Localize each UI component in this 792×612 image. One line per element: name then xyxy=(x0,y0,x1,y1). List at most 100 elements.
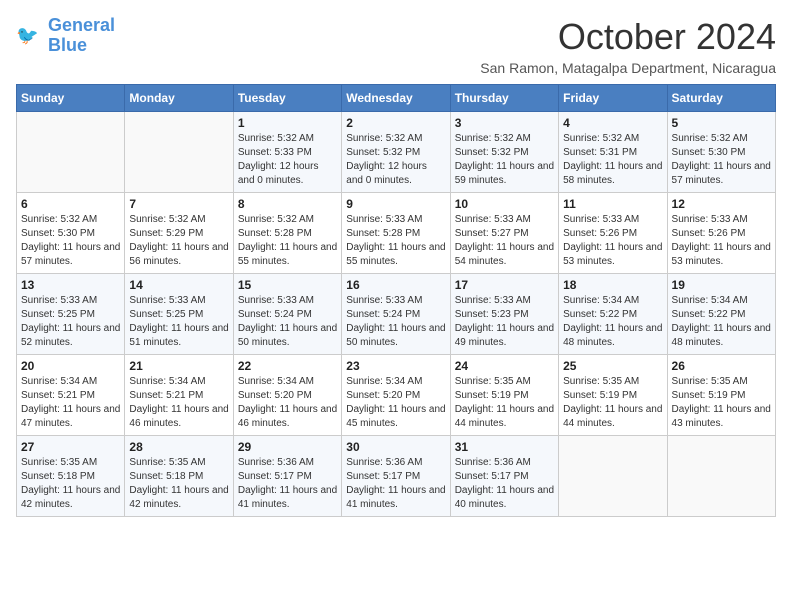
day-number: 19 xyxy=(672,278,771,292)
day-cell-0-0 xyxy=(17,112,125,193)
week-row-2: 6 Sunrise: 5:32 AM Sunset: 5:30 PM Daylig… xyxy=(17,193,776,274)
day-info: Sunrise: 5:32 AM Sunset: 5:30 PM Dayligh… xyxy=(21,213,120,269)
day-number: 6 xyxy=(21,197,120,211)
day-info: Sunrise: 5:32 AM Sunset: 5:32 PM Dayligh… xyxy=(455,132,554,188)
week-row-3: 13 Sunrise: 5:33 AM Sunset: 5:25 PM Dayli… xyxy=(17,274,776,355)
day-number: 7 xyxy=(129,197,228,211)
day-info: Sunrise: 5:35 AM Sunset: 5:18 PM Dayligh… xyxy=(129,456,228,512)
day-number: 18 xyxy=(563,278,662,292)
svg-text:🐦: 🐦 xyxy=(16,25,39,45)
day-number: 21 xyxy=(129,359,228,373)
day-number: 23 xyxy=(346,359,445,373)
week-row-4: 20Sunrise: 5:34 AM Sunset: 5:21 PM Dayli… xyxy=(17,355,776,436)
header-monday: Monday xyxy=(125,85,233,112)
day-info: Sunrise: 5:33 AM Sunset: 5:23 PM Dayligh… xyxy=(455,294,554,350)
day-info: Sunrise: 5:34 AM Sunset: 5:21 PM Dayligh… xyxy=(21,375,120,431)
day-number: 26 xyxy=(672,359,771,373)
day-number: 15 xyxy=(238,278,337,292)
day-number: 9 xyxy=(346,197,445,211)
day-cell-2-5: 18 Sunrise: 5:34 AM Sunset: 5:22 PM Dayli… xyxy=(559,274,667,355)
day-info: Sunrise: 5:35 AM Sunset: 5:19 PM Dayligh… xyxy=(455,375,554,431)
logo: 🐦 General Blue xyxy=(16,16,115,56)
day-cell-1-0: 6 Sunrise: 5:32 AM Sunset: 5:30 PM Daylig… xyxy=(17,193,125,274)
day-info: Sunrise: 5:35 AM Sunset: 5:18 PM Dayligh… xyxy=(21,456,120,512)
header-tuesday: Tuesday xyxy=(233,85,341,112)
day-cell-4-2: 29 Sunrise: 5:36 AM Sunset: 5:17 PM Dayli… xyxy=(233,436,341,517)
page-header: 🐦 General Blue October 2024 San Ramon, M… xyxy=(16,16,776,76)
day-info: Sunrise: 5:32 AM Sunset: 5:32 PM Dayligh… xyxy=(346,132,445,188)
day-number: 11 xyxy=(563,197,662,211)
day-cell-4-4: 31 Sunrise: 5:36 AM Sunset: 5:17 PM Dayli… xyxy=(450,436,558,517)
day-number: 30 xyxy=(346,440,445,454)
day-info: Sunrise: 5:32 AM Sunset: 5:33 PM Dayligh… xyxy=(238,132,337,188)
day-number: 25 xyxy=(563,359,662,373)
calendar-body: 1 Sunrise: 5:32 AM Sunset: 5:33 PM Daylig… xyxy=(17,112,776,517)
day-cell-0-4: 3 Sunrise: 5:32 AM Sunset: 5:32 PM Daylig… xyxy=(450,112,558,193)
day-cell-2-2: 15 Sunrise: 5:33 AM Sunset: 5:24 PM Dayli… xyxy=(233,274,341,355)
day-number: 14 xyxy=(129,278,228,292)
day-number: 31 xyxy=(455,440,554,454)
day-info: Sunrise: 5:33 AM Sunset: 5:24 PM Dayligh… xyxy=(238,294,337,350)
logo-line2: Blue xyxy=(48,36,115,56)
day-info: Sunrise: 5:32 AM Sunset: 5:30 PM Dayligh… xyxy=(672,132,771,188)
day-info: Sunrise: 5:34 AM Sunset: 5:20 PM Dayligh… xyxy=(346,375,445,431)
day-cell-3-3: 23 Sunrise: 5:34 AM Sunset: 5:20 PM Dayli… xyxy=(342,355,450,436)
day-number: 10 xyxy=(455,197,554,211)
day-cell-0-3: 2 Sunrise: 5:32 AM Sunset: 5:32 PM Daylig… xyxy=(342,112,450,193)
day-number: 29 xyxy=(238,440,337,454)
location-subtitle: San Ramon, Matagalpa Department, Nicarag… xyxy=(480,60,776,76)
day-cell-3-5: 25 Sunrise: 5:35 AM Sunset: 5:19 PM Dayli… xyxy=(559,355,667,436)
day-cell-3-2: 22Sunrise: 5:34 AM Sunset: 5:20 PM Dayli… xyxy=(233,355,341,436)
day-number: 2 xyxy=(346,116,445,130)
day-cell-0-6: 5Sunrise: 5:32 AM Sunset: 5:30 PM Daylig… xyxy=(667,112,775,193)
day-cell-2-3: 16 Sunrise: 5:33 AM Sunset: 5:24 PM Dayli… xyxy=(342,274,450,355)
day-number: 24 xyxy=(455,359,554,373)
header-friday: Friday xyxy=(559,85,667,112)
title-section: October 2024 San Ramon, Matagalpa Depart… xyxy=(480,16,776,76)
day-number: 16 xyxy=(346,278,445,292)
day-number: 28 xyxy=(129,440,228,454)
day-info: Sunrise: 5:33 AM Sunset: 5:28 PM Dayligh… xyxy=(346,213,445,269)
day-cell-1-6: 12 Sunrise: 5:33 AM Sunset: 5:26 PM Dayli… xyxy=(667,193,775,274)
day-info: Sunrise: 5:33 AM Sunset: 5:26 PM Dayligh… xyxy=(563,213,662,269)
day-cell-2-0: 13Sunrise: 5:33 AM Sunset: 5:25 PM Dayli… xyxy=(17,274,125,355)
header-wednesday: Wednesday xyxy=(342,85,450,112)
day-cell-4-1: 28 Sunrise: 5:35 AM Sunset: 5:18 PM Dayli… xyxy=(125,436,233,517)
day-cell-1-1: 7Sunrise: 5:32 AM Sunset: 5:29 PM Daylig… xyxy=(125,193,233,274)
day-number: 12 xyxy=(672,197,771,211)
day-info: Sunrise: 5:32 AM Sunset: 5:28 PM Dayligh… xyxy=(238,213,337,269)
day-info: Sunrise: 5:36 AM Sunset: 5:17 PM Dayligh… xyxy=(455,456,554,512)
day-info: Sunrise: 5:33 AM Sunset: 5:25 PM Dayligh… xyxy=(129,294,228,350)
day-cell-3-0: 20Sunrise: 5:34 AM Sunset: 5:21 PM Dayli… xyxy=(17,355,125,436)
day-cell-4-6 xyxy=(667,436,775,517)
day-cell-4-5 xyxy=(559,436,667,517)
day-number: 13 xyxy=(21,278,120,292)
day-cell-4-3: 30Sunrise: 5:36 AM Sunset: 5:17 PM Dayli… xyxy=(342,436,450,517)
week-row-1: 1 Sunrise: 5:32 AM Sunset: 5:33 PM Daylig… xyxy=(17,112,776,193)
day-info: Sunrise: 5:33 AM Sunset: 5:24 PM Dayligh… xyxy=(346,294,445,350)
day-cell-2-1: 14 Sunrise: 5:33 AM Sunset: 5:25 PM Dayli… xyxy=(125,274,233,355)
week-row-5: 27 Sunrise: 5:35 AM Sunset: 5:18 PM Dayli… xyxy=(17,436,776,517)
day-cell-1-5: 11 Sunrise: 5:33 AM Sunset: 5:26 PM Dayli… xyxy=(559,193,667,274)
day-cell-1-2: 8Sunrise: 5:32 AM Sunset: 5:28 PM Daylig… xyxy=(233,193,341,274)
header-saturday: Saturday xyxy=(667,85,775,112)
day-cell-0-5: 4Sunrise: 5:32 AM Sunset: 5:31 PM Daylig… xyxy=(559,112,667,193)
header-sunday: Sunday xyxy=(17,85,125,112)
day-info: Sunrise: 5:34 AM Sunset: 5:20 PM Dayligh… xyxy=(238,375,337,431)
day-number: 27 xyxy=(21,440,120,454)
day-cell-0-2: 1 Sunrise: 5:32 AM Sunset: 5:33 PM Daylig… xyxy=(233,112,341,193)
day-cell-0-1 xyxy=(125,112,233,193)
logo-text: General Blue xyxy=(48,16,115,56)
day-info: Sunrise: 5:33 AM Sunset: 5:26 PM Dayligh… xyxy=(672,213,771,269)
day-cell-3-1: 21Sunrise: 5:34 AM Sunset: 5:21 PM Dayli… xyxy=(125,355,233,436)
day-number: 3 xyxy=(455,116,554,130)
day-info: Sunrise: 5:35 AM Sunset: 5:19 PM Dayligh… xyxy=(672,375,771,431)
logo-icon: 🐦 xyxy=(16,22,44,50)
day-number: 4 xyxy=(563,116,662,130)
day-number: 1 xyxy=(238,116,337,130)
day-cell-4-0: 27 Sunrise: 5:35 AM Sunset: 5:18 PM Dayli… xyxy=(17,436,125,517)
day-info: Sunrise: 5:34 AM Sunset: 5:22 PM Dayligh… xyxy=(563,294,662,350)
day-info: Sunrise: 5:35 AM Sunset: 5:19 PM Dayligh… xyxy=(563,375,662,431)
day-info: Sunrise: 5:36 AM Sunset: 5:17 PM Dayligh… xyxy=(238,456,337,512)
calendar-table: Sunday Monday Tuesday Wednesday Thursday… xyxy=(16,84,776,517)
